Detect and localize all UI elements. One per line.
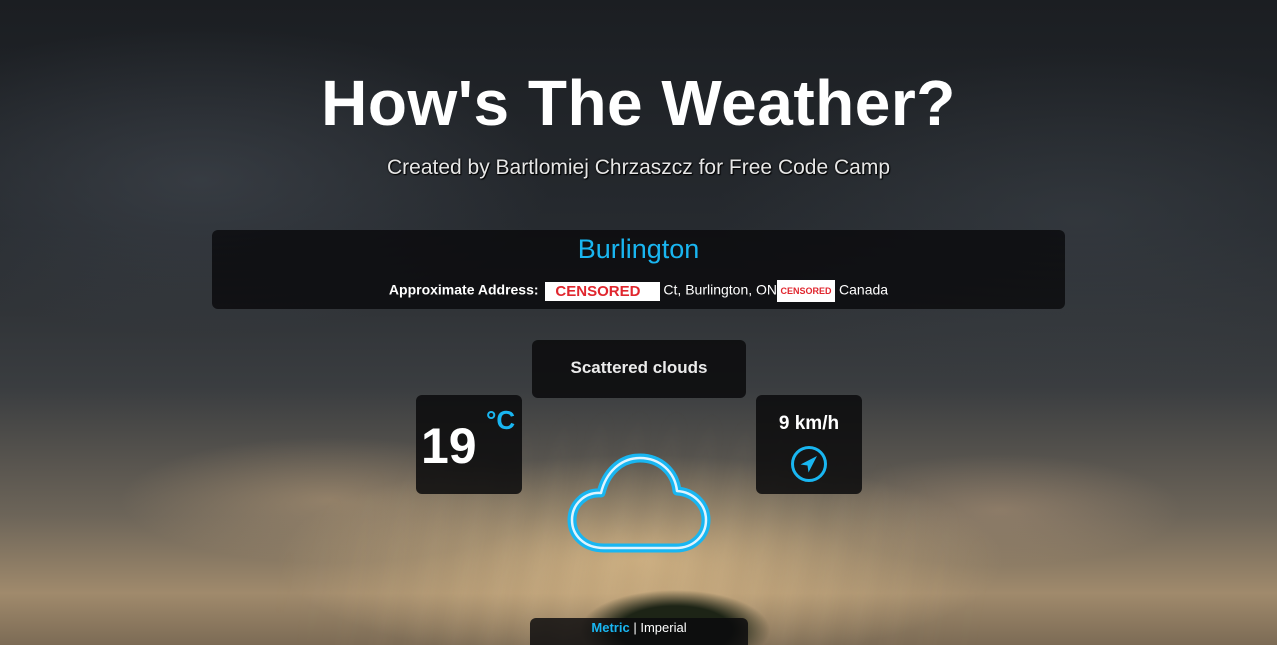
temperature-unit-toggle[interactable]: °C — [486, 405, 515, 436]
imperial-toggle[interactable]: Imperial — [640, 620, 686, 635]
approximate-address: Approximate Address: CENSORED Ct, Burling… — [212, 280, 1065, 302]
censored-street-badge: CENSORED — [545, 281, 661, 301]
address-label: Approximate Address: — [388, 281, 539, 298]
wind-speed: 9 km/h — [778, 413, 840, 434]
metric-toggle[interactable]: Metric — [591, 620, 629, 635]
temperature-value: 19 — [421, 418, 477, 474]
unit-separator: | — [633, 620, 637, 635]
page-title: How's The Weather? — [321, 67, 956, 139]
unit-switcher: Metric | Imperial — [530, 618, 748, 645]
censored-postal-badge: CENSORED — [777, 280, 836, 302]
cloud-icon — [567, 453, 711, 553]
city-name: Burlington — [577, 234, 700, 264]
address-country: Canada — [839, 281, 889, 298]
page-subtitle: Created by Bartlomiej Chrzaszcz for Free… — [386, 156, 890, 179]
address-city-province: Ct, Burlington, ON — [663, 281, 778, 298]
weather-description-panel: Scattered clouds — [532, 340, 746, 398]
location-panel: Burlington Approximate Address: CENSORED… — [212, 230, 1065, 309]
wind-panel: 9 km/h — [756, 395, 862, 494]
navigation-arrow-icon — [791, 446, 827, 482]
weather-page: How's The Weather? Created by Bartlomiej… — [0, 0, 1277, 645]
weather-description: Scattered clouds — [570, 358, 708, 377]
temperature-panel: 19 °C — [416, 395, 522, 494]
